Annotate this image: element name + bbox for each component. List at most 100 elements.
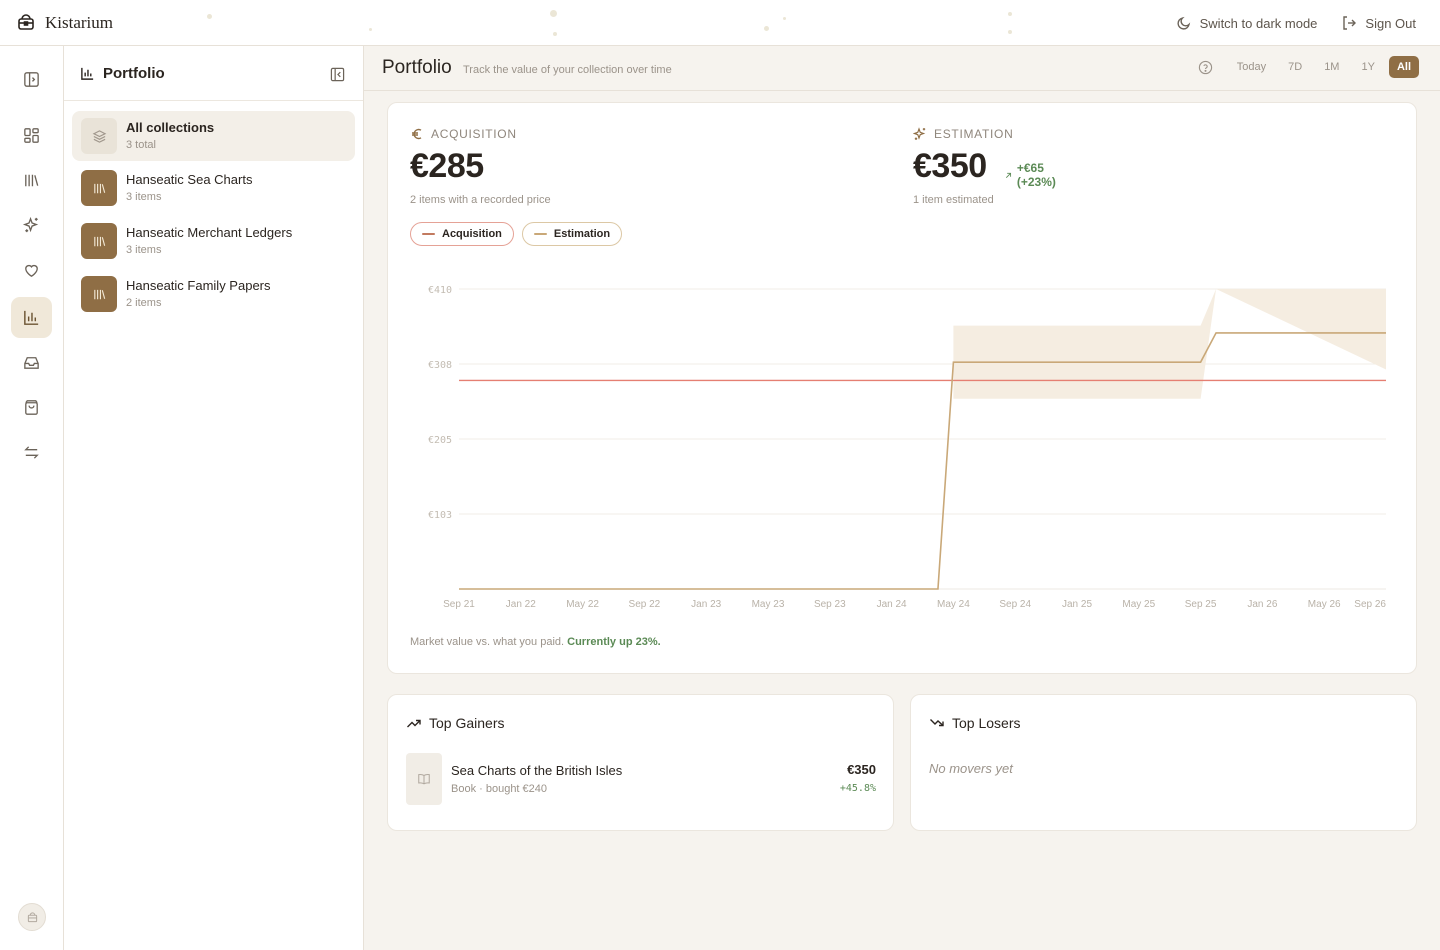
- range-7d[interactable]: 7D: [1280, 56, 1310, 78]
- avatar[interactable]: [18, 903, 46, 931]
- dashboard-icon: [24, 128, 39, 143]
- brand[interactable]: Kistarium: [17, 13, 113, 33]
- collection-name: Hanseatic Sea Charts: [126, 172, 253, 187]
- collection-count: 3 items: [126, 244, 162, 256]
- top-bar: Kistarium Switch to dark mode Sign Out: [0, 0, 1440, 46]
- footnote-text: Market value vs. what you paid.: [410, 636, 565, 648]
- main-content: Portfolio Track the value of your collec…: [364, 46, 1440, 950]
- nav-inbox[interactable]: [11, 342, 52, 383]
- losers-empty-state: No movers yet: [929, 761, 1013, 776]
- chest-avatar-icon: [27, 911, 37, 922]
- range-selector: Today 7D 1M 1Y All: [1198, 56, 1419, 78]
- x-tick-label: Sep 24: [999, 599, 1031, 610]
- gainer-price: €350: [847, 762, 876, 777]
- estimation-series-line: [459, 332, 1386, 590]
- nav-rail: [0, 46, 64, 950]
- collection-item-all[interactable]: All collections 3 total: [72, 111, 355, 161]
- x-tick-label: Jan 22: [506, 599, 536, 610]
- collection-item-merchant-ledgers[interactable]: Hanseatic Merchant Ledgers 3 items: [72, 216, 355, 266]
- range-today[interactable]: Today: [1229, 56, 1274, 78]
- collection-name: All collections: [126, 120, 215, 135]
- library-icon: [25, 174, 39, 187]
- top-losers-title: Top Losers: [952, 715, 1021, 731]
- panel-title: Portfolio: [103, 64, 165, 82]
- sparkle-icon: [22, 216, 39, 233]
- sign-out-button[interactable]: Sign Out: [1341, 15, 1416, 31]
- gainer-row[interactable]: Sea Charts of the British Isles Book · b…: [406, 753, 876, 805]
- transfer-icon: [24, 446, 39, 459]
- page-title: Portfolio: [382, 57, 452, 78]
- panel-toggle-button[interactable]: [11, 59, 52, 100]
- library-icon: [93, 289, 105, 299]
- x-tick-label: May 24: [937, 599, 970, 610]
- app-name: Kistarium: [45, 12, 113, 32]
- chart-footnote: Market value vs. what you paid. Currentl…: [410, 636, 661, 648]
- moon-icon: [1177, 16, 1190, 30]
- x-tick-label: May 25: [1122, 599, 1155, 610]
- dark-mode-toggle[interactable]: Switch to dark mode: [1176, 15, 1318, 31]
- x-tick-label: Sep 23: [814, 599, 846, 610]
- estimation-band: [953, 289, 1386, 399]
- nav-shop[interactable]: [11, 387, 52, 428]
- x-tick-label: Sep 25: [1185, 599, 1217, 610]
- layers-icon: [92, 129, 106, 143]
- nav-wishlist[interactable]: [11, 250, 52, 291]
- collection-thumb: [81, 118, 117, 154]
- collection-item-sea-charts[interactable]: Hanseatic Sea Charts 3 items: [72, 163, 355, 213]
- y-tick-label: €308: [428, 360, 452, 371]
- collection-name: Hanseatic Merchant Ledgers: [126, 225, 293, 240]
- sign-out-icon: [1343, 16, 1357, 30]
- nav-library[interactable]: [11, 160, 52, 201]
- nav-dashboard[interactable]: [11, 115, 52, 156]
- book-icon: [418, 774, 430, 785]
- collection-name: Hanseatic Family Papers: [126, 278, 271, 293]
- item-thumb: [406, 753, 442, 805]
- range-1m[interactable]: 1M: [1316, 56, 1347, 78]
- y-tick-label: €410: [428, 285, 452, 296]
- x-tick-label: Jan 25: [1062, 599, 1092, 610]
- collection-item-family-papers[interactable]: Hanseatic Family Papers 2 items: [72, 269, 355, 319]
- collapse-panel-icon[interactable]: [330, 67, 345, 82]
- collections-panel: Portfolio All collections 3 total Hansea…: [64, 46, 364, 950]
- panel-toggle-icon: [24, 72, 39, 87]
- dark-mode-label: Switch to dark mode: [1199, 15, 1318, 31]
- x-tick-label: Sep 26: [1354, 599, 1386, 610]
- nav-estimates[interactable]: [11, 205, 52, 246]
- chest-logo-icon: [18, 13, 34, 30]
- panel-header: Portfolio: [64, 46, 363, 101]
- trending-up-icon: [407, 719, 421, 728]
- collection-thumb: [81, 170, 117, 206]
- nav-portfolio[interactable]: [11, 297, 52, 338]
- page-subtitle: Track the value of your collection over …: [463, 64, 672, 76]
- nav-transfers[interactable]: [11, 432, 52, 473]
- x-tick-label: Jan 24: [877, 599, 907, 610]
- help-icon[interactable]: [1198, 60, 1213, 75]
- x-tick-label: May 22: [566, 599, 599, 610]
- range-all[interactable]: All: [1388, 56, 1419, 78]
- x-tick-label: Jan 23: [691, 599, 721, 610]
- range-1y[interactable]: 1Y: [1353, 56, 1382, 78]
- portfolio-line-chart: €410 €308 €205 €103 Sep 21 Jan 22 May 22 Sep 22…: [428, 285, 1386, 610]
- x-tick-label: Sep 22: [629, 599, 661, 610]
- chart-icon: [24, 310, 39, 325]
- collection-count: 3 total: [126, 139, 156, 151]
- library-icon: [93, 183, 105, 193]
- inbox-icon: [24, 357, 39, 369]
- x-tick-label: Jan 26: [1247, 599, 1277, 610]
- collection-thumb: [81, 223, 117, 259]
- collection-count: 2 items: [126, 297, 162, 309]
- y-tick-label: €205: [428, 435, 452, 446]
- x-tick-label: May 26: [1308, 599, 1341, 610]
- sign-out-label: Sign Out: [1365, 15, 1416, 31]
- gainer-meta: Book · bought €240: [451, 783, 548, 795]
- library-icon: [93, 236, 105, 246]
- trending-down-icon: [930, 719, 944, 727]
- footnote-highlight: Currently up 23%.: [567, 636, 661, 648]
- portfolio-chart-card: ACQUISITION €285 2 items with a recorded…: [387, 102, 1417, 674]
- x-tick-label: Sep 21: [443, 599, 475, 610]
- collection-thumb: [81, 276, 117, 312]
- collection-count: 3 items: [126, 191, 162, 203]
- top-losers-card: Top Losers No movers yet: [910, 694, 1417, 831]
- top-gainers-title: Top Gainers: [429, 715, 505, 731]
- gainer-percent: +45.8%: [839, 783, 876, 794]
